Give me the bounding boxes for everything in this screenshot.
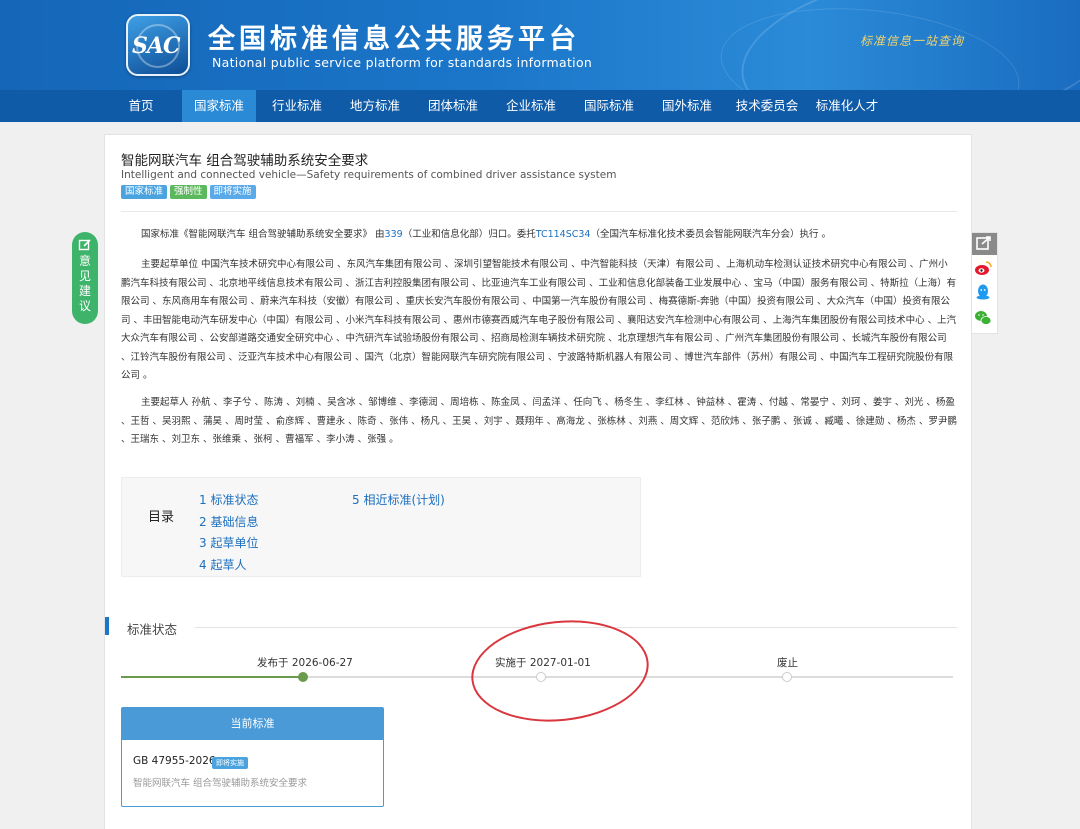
section-marker [105, 617, 109, 635]
intro-text: （工业和信息化部）归口。委托 [402, 229, 536, 240]
toc-link-similar-standards[interactable]: 5 相近标准(计划) [352, 490, 445, 512]
edit-icon [78, 239, 91, 251]
standard-title-cn: 智能网联汽车 组合驾驶辅助系统安全要求 [121, 153, 369, 169]
intro-text: 国家标准《智能网联汽车 组合驾驶辅助系统安全要求》 由 [141, 229, 385, 240]
card-header: 当前标准 [122, 708, 383, 740]
site-title-cn: 全国标准信息公共服务平台 [208, 24, 580, 55]
intro-text: （全国汽车标准化技术委员会智能网联汽车分会）执行 。 [590, 229, 831, 240]
nav-item-foreign[interactable]: 国外标准 [650, 90, 724, 122]
toc-title: 目录 [148, 510, 175, 525]
toc-link-drafting-units[interactable]: 3 起草单位 [199, 533, 258, 555]
standard-badges: 国家标准 强制性 即将实施 [121, 185, 256, 199]
toc-link-drafters[interactable]: 4 起草人 [199, 555, 258, 577]
timeline-progress [121, 676, 303, 678]
section-title-status: 标准状态 [127, 622, 178, 637]
committee-link[interactable]: TC114SC34 [536, 229, 591, 240]
nav-item-local[interactable]: 地方标准 [338, 90, 412, 122]
sac-logo[interactable]: SAC [126, 14, 190, 76]
divider [121, 211, 957, 212]
badge-upcoming: 即将实施 [209, 185, 256, 199]
status-badge: 即将实施 [212, 757, 248, 769]
nav-item-national[interactable]: 国家标准 [182, 90, 256, 122]
toc-link-status[interactable]: 1 标准状态 [199, 490, 258, 512]
timeline-label-published: 发布于 2026-06-27 [257, 657, 353, 669]
nav-item-enterprise[interactable]: 企业标准 [494, 90, 568, 122]
annotation-circle [466, 611, 654, 731]
standard-title-en: Intelligent and connected vehicle—Safety… [121, 169, 617, 181]
nav-item-committee[interactable]: 技术委员会 [728, 90, 806, 122]
drafting-units-paragraph: 主要起草单位 中国汽车技术研究中心有限公司 、东风汽车集团有限公司 、深圳引望智… [121, 259, 957, 381]
header-slogan: 标准信息一站查询 [860, 34, 965, 48]
standard-name: 智能网联汽车 组合驾驶辅助系统安全要求 [133, 778, 308, 789]
weibo-icon[interactable] [974, 259, 992, 277]
standard-detail-panel: 智能网联汽车 组合驾驶辅助系统安全要求 Intelligent and conn… [104, 134, 972, 829]
qq-icon[interactable] [974, 283, 992, 301]
toc-column: 5 相近标准(计划) [352, 490, 445, 512]
site-header: SAC 全国标准信息公共服务平台 National public service… [0, 0, 1080, 90]
share-bar [968, 232, 998, 334]
feedback-button[interactable]: 意见建议 [72, 232, 98, 324]
drafters-paragraph: 主要起草人 孙航 、李子兮 、陈涛 、刘楠 、吴含冰 、邹博维 、李德润 、周培… [121, 397, 957, 445]
ministry-link[interactable]: 339 [385, 229, 403, 240]
site-title-en: National public service platform for sta… [212, 55, 593, 70]
share-icon [976, 236, 991, 250]
nav-item-international[interactable]: 国际标准 [572, 90, 646, 122]
timeline-label-abolished: 废止 [777, 657, 798, 669]
timeline-dot-abolished [782, 672, 792, 682]
share-toggle[interactable] [969, 233, 997, 255]
nav-item-group[interactable]: 团体标准 [416, 90, 490, 122]
nav-item-talent[interactable]: 标准化人才 [808, 90, 886, 122]
standard-code: GB 47955-2026 [133, 755, 216, 767]
nav-item-home[interactable]: 首页 [118, 90, 164, 122]
main-nav: 首页 国家标准 行业标准 地方标准 团体标准 企业标准 国际标准 国外标准 技术… [0, 90, 1080, 122]
intro-paragraph: 国家标准《智能网联汽车 组合驾驶辅助系统安全要求》 由339（工业和信息化部）归… [121, 226, 957, 245]
logo-text: SAC [132, 33, 180, 59]
nav-item-industry[interactable]: 行业标准 [260, 90, 334, 122]
badge-mandatory: 强制性 [170, 185, 207, 199]
table-of-contents: 目录 1 标准状态 2 基础信息 3 起草单位 4 起草人 5 相近标准(计划) [121, 477, 641, 577]
wechat-icon[interactable] [974, 309, 992, 327]
toc-link-basic-info[interactable]: 2 基础信息 [199, 512, 258, 534]
badge-national: 国家标准 [121, 185, 168, 199]
current-standard-card[interactable]: 当前标准 GB 47955-2026 即将实施 智能网联汽车 组合驾驶辅助系统安… [121, 707, 384, 807]
timeline-dot-published [298, 672, 308, 682]
toc-column: 1 标准状态 2 基础信息 3 起草单位 4 起草人 [199, 490, 258, 576]
feedback-label: 意见建议 [78, 254, 91, 313]
